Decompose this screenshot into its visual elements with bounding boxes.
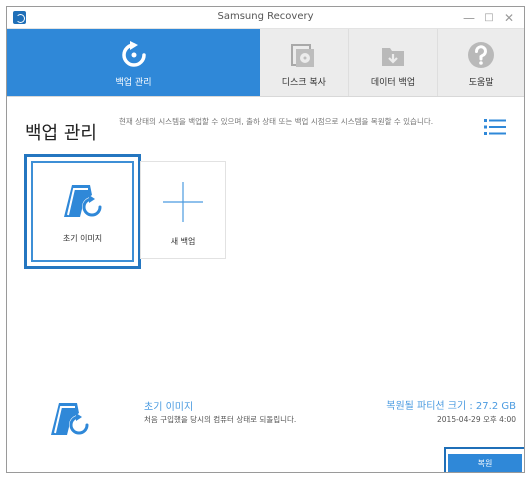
tab-data-backup[interactable]: 데이터 백업 <box>349 29 439 96</box>
list-view-icon[interactable] <box>484 117 506 137</box>
title-bar: Samsung Recovery — □ ✕ <box>7 7 524 29</box>
tab-label: 데이터 백업 <box>370 78 416 88</box>
main-toolbar: 백업 관리 디스크 복사 데이터 백업 도움말 <box>7 29 524 97</box>
help-icon <box>468 42 495 68</box>
tab-label: 도움말 <box>468 78 494 88</box>
tile-initial-image[interactable]: 초기 이미지 <box>24 154 141 269</box>
tab-backup-management[interactable]: 백업 관리 <box>7 29 261 96</box>
tile-label: 초기 이미지 <box>62 234 103 243</box>
minimize-button[interactable]: — <box>460 10 478 26</box>
restore-button-frame: 복원 <box>444 447 524 472</box>
window-title: Samsung Recovery <box>217 11 314 22</box>
maximize-button[interactable]: □ <box>480 10 498 26</box>
app-window: Samsung Recovery — □ ✕ 백업 관리 디스크 복사 데이터 … <box>6 6 525 473</box>
selected-backup-description: 처음 구입했을 당시의 컴퓨터 상태로 되돌립니다. <box>144 415 297 424</box>
plus-icon <box>163 182 203 222</box>
tab-label: 백업 관리 <box>115 78 152 88</box>
restore-button[interactable]: 복원 <box>448 453 522 472</box>
tab-label: 디스크 복사 <box>281 78 326 88</box>
tile-selection-frame: 초기 이미지 <box>31 161 134 262</box>
initial-image-icon <box>51 403 89 435</box>
partition-size: 복원될 파티션 크기 : 27.2 GB <box>386 401 516 412</box>
tab-disk-copy[interactable]: 디스크 복사 <box>260 29 349 96</box>
selected-backup-name: 초기 이미지 <box>144 402 194 413</box>
disk-copy-icon <box>290 44 314 67</box>
close-button[interactable]: ✕ <box>500 10 518 26</box>
page-title: 백업 관리 <box>25 123 97 144</box>
initial-image-icon <box>63 185 102 217</box>
backup-restore-icon <box>121 41 146 67</box>
data-backup-icon <box>382 48 404 66</box>
tab-help[interactable]: 도움말 <box>438 29 524 96</box>
page-description: 현재 상태의 시스템을 백업할 수 있으며, 출하 상태 또는 백업 시점으로 … <box>119 117 434 126</box>
tile-label: 새 백업 <box>170 237 196 246</box>
tile-new-backup[interactable]: 새 백업 <box>140 161 226 259</box>
backup-date: 2015-04-29 오후 4:00 <box>437 415 516 424</box>
